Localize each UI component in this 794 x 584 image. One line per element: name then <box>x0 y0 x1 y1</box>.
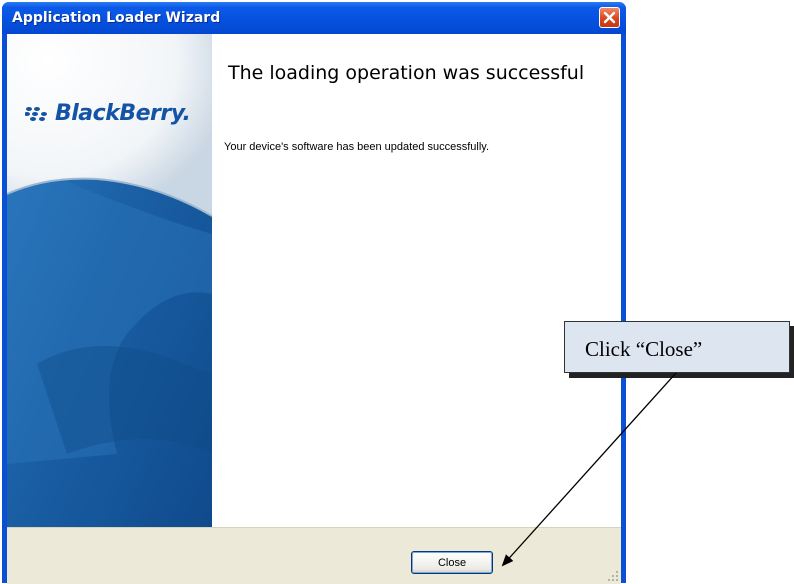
close-icon <box>603 11 616 24</box>
blackberry-logo: BlackBerry. <box>25 101 191 126</box>
blackberry-logo-icon <box>25 106 47 121</box>
application-loader-window: Application Loader Wizard BlackBerry. Th… <box>2 2 626 584</box>
resize-grip-icon[interactable] <box>607 570 619 582</box>
window-close-button[interactable] <box>599 7 620 28</box>
wizard-content: The loading operation was successful You… <box>212 34 621 527</box>
window-title: Application Loader Wizard <box>12 10 221 26</box>
title-bar[interactable]: Application Loader Wizard <box>2 2 626 34</box>
callout-text: Click “Close” <box>585 337 703 361</box>
wizard-footer: Close <box>7 527 621 584</box>
page-title: The loading operation was successful <box>228 62 585 84</box>
instruction-callout: Click “Close” <box>564 321 790 373</box>
wizard-client-area: BlackBerry. The loading operation was su… <box>7 34 621 584</box>
close-button[interactable]: Close <box>411 551 493 574</box>
status-message: Your device's software has been updated … <box>224 141 490 153</box>
blackberry-logo-text: BlackBerry. <box>55 101 191 126</box>
wizard-side-panel: BlackBerry. <box>7 34 212 527</box>
